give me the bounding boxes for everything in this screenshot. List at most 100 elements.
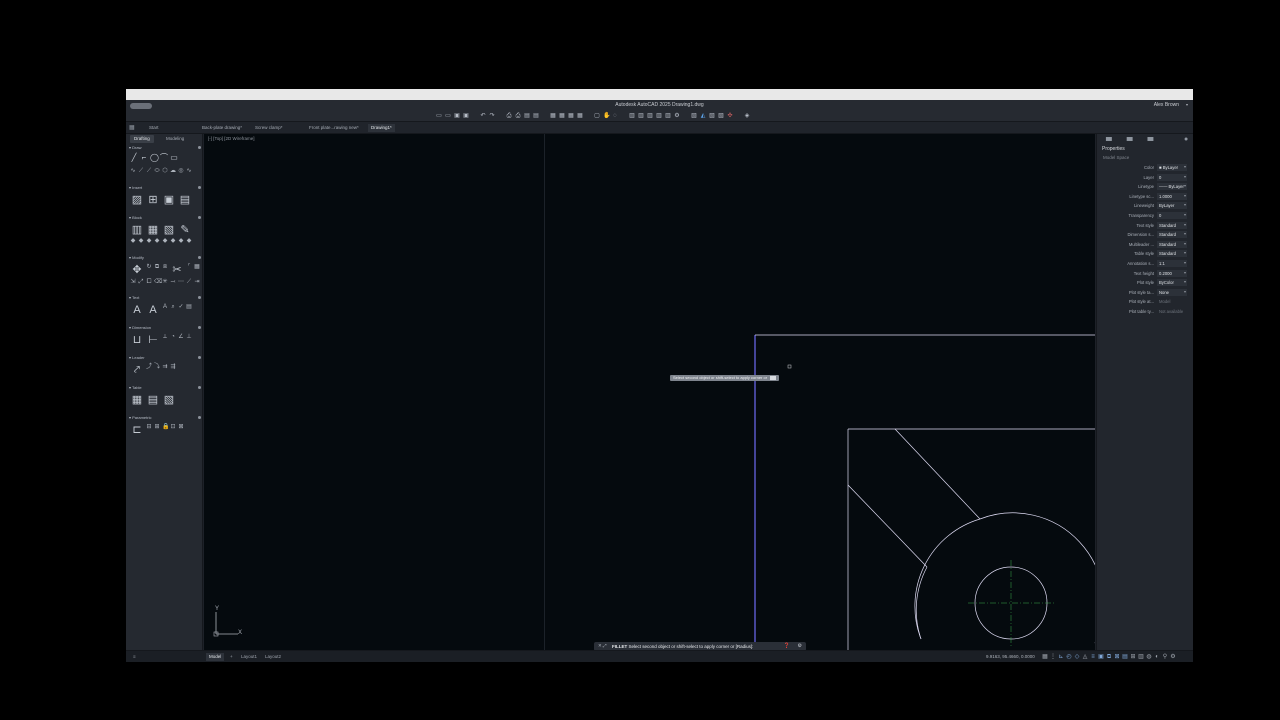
spline-icon[interactable]: ∿ — [130, 168, 136, 174]
properties-icon[interactable]: ▦ — [577, 113, 583, 119]
property-row[interactable]: Multileader ... Standard ▾ — [1097, 240, 1193, 249]
table-icon[interactable]: ▦ — [130, 394, 144, 406]
property-row[interactable]: Table style Standard ▾ — [1097, 250, 1193, 258]
line-icon[interactable]: ╱ — [130, 154, 138, 162]
break-icon[interactable]: ⋯ — [178, 279, 184, 285]
arc-icon[interactable]: ⌒ — [160, 154, 168, 162]
move-icon[interactable]: ✥ — [130, 264, 144, 276]
viewport-icon[interactable]: ▥ — [647, 113, 653, 119]
save-icon[interactable]: ▣ — [454, 113, 460, 119]
property-value[interactable]: 1.0000 — [1157, 192, 1187, 200]
feedback-icon[interactable]: ◈ — [744, 113, 750, 119]
property-row[interactable]: Text style Standard ▾ — [1097, 221, 1193, 230]
chevron-down-icon[interactable]: ▾ — [1184, 193, 1186, 198]
aligned-dim-icon[interactable]: ⟂ — [162, 334, 168, 340]
orbit-icon[interactable]: ◌ — [612, 113, 618, 119]
copy-icon[interactable]: ⧉ — [154, 264, 160, 270]
multileader-icon[interactable]: ⤤ — [130, 364, 144, 376]
match-icon[interactable]: ▦ — [568, 113, 574, 119]
chevron-down-icon[interactable]: ▾ — [1186, 102, 1188, 107]
stretch-icon[interactable]: ⇲ — [130, 279, 136, 285]
redo-icon[interactable]: ↷ — [489, 113, 495, 119]
tab-layout2[interactable]: Layout2 — [262, 653, 284, 661]
text-icon[interactable]: A — [146, 304, 160, 316]
selection-cycling-icon[interactable]: ⧉ — [1106, 654, 1112, 660]
property-value[interactable]: 0 — [1157, 212, 1187, 219]
properties-selection[interactable]: Model Space — [1103, 155, 1129, 160]
show-constraints-icon[interactable]: ⊠ — [178, 424, 184, 430]
baseline-dim-icon[interactable]: ⊥ — [186, 334, 192, 340]
dimension-constraint-icon[interactable]: ⊡ — [170, 424, 176, 430]
align-leader-icon[interactable]: ⇉ — [162, 364, 168, 370]
spell-icon[interactable]: ✓ — [178, 304, 184, 310]
chevron-down-icon[interactable]: ▾ — [1184, 289, 1186, 294]
share-icon[interactable]: ◭ — [700, 113, 706, 119]
settings-icon[interactable]: ⚙ — [674, 113, 680, 119]
remove-leader-icon[interactable]: ⤵ — [154, 364, 160, 370]
chevron-down-icon[interactable]: ▾ — [1184, 231, 1186, 236]
visual-style-icon[interactable]: ▥ — [656, 113, 662, 119]
insert-block-icon[interactable]: ⊞ — [146, 194, 160, 206]
layer-icon[interactable]: ▦ — [550, 113, 556, 119]
chevron-down-icon[interactable]: ▾ — [1184, 270, 1186, 275]
drawing-geometry[interactable] — [204, 134, 1095, 650]
chevron-down-icon[interactable]: ▾ — [1184, 202, 1186, 207]
circle-icon[interactable]: ◯ — [150, 154, 159, 162]
tab-drafting[interactable]: Drafting — [130, 135, 154, 143]
tag2-icon[interactable]: ◆ — [138, 238, 144, 244]
markup-icon[interactable]: ▧ — [709, 113, 715, 119]
property-row[interactable]: Linetype —— ByLayer ▾ — [1097, 183, 1193, 191]
fillet-icon[interactable]: ⌜ — [186, 264, 192, 270]
chevron-down-icon[interactable]: ▾ — [1184, 260, 1186, 265]
tab-model[interactable]: Model — [206, 653, 225, 661]
new-file-icon[interactable]: ▭ — [436, 113, 442, 119]
isolate-icon[interactable]: ◐ — [1154, 654, 1160, 660]
layer-state-icon[interactable]: ▦ — [559, 113, 565, 119]
quick-props-icon[interactable]: ▥ — [1138, 654, 1144, 660]
property-value[interactable]: ■ ByLayer — [1157, 164, 1187, 171]
tab-screw-clamp[interactable]: Screw clamp* — [252, 124, 286, 132]
grid-icon[interactable]: ▦ — [129, 125, 135, 131]
isodraft-icon[interactable]: ◬ — [1082, 654, 1088, 660]
network-icon[interactable]: ✣ — [727, 113, 733, 119]
xref-icon[interactable]: ▣ — [162, 194, 176, 206]
xline-icon[interactable]: ⟋ — [146, 168, 152, 174]
tag8-icon[interactable]: ◆ — [186, 238, 192, 244]
undo-icon[interactable]: ↶ — [480, 113, 486, 119]
tag7-icon[interactable]: ◆ — [178, 238, 184, 244]
linear-dim-icon[interactable]: ⊢ — [146, 334, 160, 346]
angular-dim-icon[interactable]: ∠ — [178, 334, 184, 340]
ellipse-icon[interactable]: ⬭ — [154, 168, 160, 174]
boss-arc-left[interactable] — [914, 518, 981, 640]
tag-icon[interactable]: ◆ — [130, 238, 136, 244]
data-extraction-icon[interactable]: ▧ — [162, 394, 176, 406]
array-icon[interactable]: ▦ — [194, 264, 200, 270]
tab-layout1[interactable]: Layout1 — [238, 653, 260, 661]
attribute-icon[interactable]: ▧ — [162, 224, 176, 236]
compare-icon[interactable]: ▧ — [718, 113, 724, 119]
section-draw[interactable]: ▾ Draw — [129, 145, 201, 151]
donut-icon[interactable]: ◎ — [178, 168, 184, 174]
property-row[interactable]: Color ■ ByLayer ▾ — [1097, 164, 1193, 172]
tag5-icon[interactable]: ◆ — [162, 238, 168, 244]
tag4-icon[interactable]: ◆ — [154, 238, 160, 244]
chevron-down-icon[interactable]: ▾ — [1184, 174, 1186, 179]
property-value[interactable]: 1:1 — [1157, 260, 1187, 267]
panel-options-icon[interactable] — [1184, 137, 1188, 141]
table-style-icon[interactable]: ▤ — [146, 394, 160, 406]
property-row[interactable]: Text height 0.2000 ▾ — [1097, 269, 1193, 278]
tag3-icon[interactable]: ◆ — [146, 238, 152, 244]
select-icon[interactable]: ▢ — [594, 113, 600, 119]
section-block[interactable]: ▾ Block — [129, 215, 201, 221]
auto-constrain-icon[interactable]: ⊏ — [130, 424, 144, 436]
vertical-constraint-icon[interactable]: ⊞ — [154, 424, 160, 430]
boss-arc-right[interactable] — [979, 512, 1095, 643]
edit-attribute-icon[interactable]: ✎ — [178, 224, 192, 236]
properties-tab-icon[interactable] — [1105, 137, 1112, 141]
export-icon[interactable]: ▤ — [533, 113, 539, 119]
mirror-icon[interactable]: ⧈ — [162, 264, 168, 270]
add-layout-icon[interactable]: + — [227, 653, 236, 661]
drawing-canvas[interactable]: [-] [Top] [2D Wireframe] X Y Select seco… — [204, 134, 1095, 650]
find-text-icon[interactable]: ⌕ — [170, 304, 176, 310]
block-editor-icon[interactable]: ▦ — [146, 224, 160, 236]
